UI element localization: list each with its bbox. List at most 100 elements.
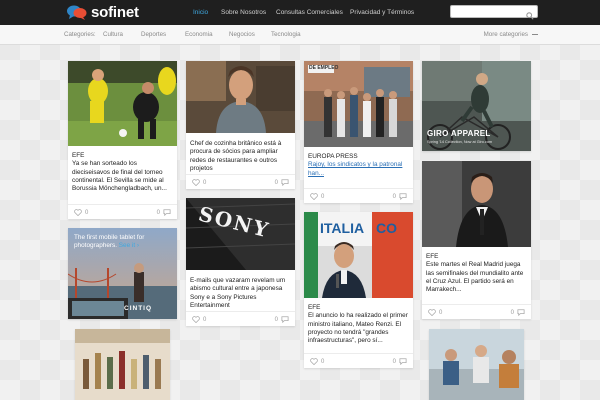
like-count: 0 [439, 309, 443, 316]
comment-count: 0 [274, 316, 278, 323]
news-card-renzi[interactable]: ITALIA CO EFE El anuncio lo ha realizado… [304, 212, 413, 368]
nav-link-consultas[interactable]: Consultas Comerciales [276, 9, 343, 16]
ad-cta-link[interactable]: See it [119, 242, 135, 249]
nav-sobre-nosotros[interactable]: Sobre Nosotros [221, 0, 266, 25]
source-label: EUROPA PRESS [308, 153, 358, 160]
categories-label: Categories: [64, 31, 96, 38]
like-count: 0 [203, 316, 207, 323]
source-label: EFE [72, 152, 85, 159]
source-label: EFE [426, 253, 439, 260]
top-navigation-bar: sofinet Inicio Sobre Nosotros Consultas … [0, 0, 600, 25]
sony-building-photo[interactable]: SONY [186, 198, 295, 270]
category-bar: Categories: Cultura Deportes Economia Ne… [0, 25, 600, 45]
card-meta: 0 0 [304, 188, 413, 203]
nav-privacidad[interactable]: Privacidad y Términos [350, 0, 414, 25]
banner-text-fragment: CO [376, 220, 397, 236]
category-tecnologia[interactable]: Tecnologia [271, 31, 301, 38]
renzi-photo[interactable]: ITALIA CO [304, 212, 413, 298]
comment-button[interactable]: 0 [393, 193, 407, 200]
bottles-photo[interactable] [75, 329, 170, 400]
nav-link-inicio[interactable]: Inicio [193, 9, 208, 16]
brand-logo[interactable]: sofinet [66, 3, 139, 22]
card-meta: 0 0 [422, 304, 531, 319]
heart-icon [74, 209, 82, 216]
ad-caption: GIRO APPAREL [427, 129, 491, 138]
comment-button[interactable]: 0 [157, 209, 171, 216]
minus-icon [532, 34, 538, 35]
like-count: 0 [321, 358, 325, 365]
ad-line-2: photographers. [74, 242, 117, 249]
like-button[interactable]: 0 [192, 316, 206, 323]
like-button[interactable]: 0 [428, 309, 442, 316]
comment-button[interactable]: 0 [275, 316, 289, 323]
nav-consultas-comerciales[interactable]: Consultas Comerciales [276, 0, 343, 25]
comment-count: 0 [392, 193, 396, 200]
classroom-photo[interactable] [429, 329, 524, 400]
nav-link-privacidad[interactable]: Privacidad y Términos [350, 9, 414, 16]
like-button[interactable]: 0 [192, 179, 206, 186]
cyclist-ad-image[interactable]: GIRO APPAREL Spring '14 Collection, Now … [422, 61, 531, 151]
soccer-photo[interactable] [68, 61, 177, 146]
comment-button[interactable]: 0 [275, 179, 289, 186]
heart-icon [192, 316, 200, 323]
chevron-right-icon: › [136, 242, 140, 249]
card-summary: Chef de cozinha britânico está à procura… [190, 140, 282, 172]
comment-count: 0 [274, 179, 278, 186]
card-text: EFE El anuncio lo ha realizado el primer… [308, 304, 409, 345]
category-deportes[interactable]: Deportes [141, 31, 166, 38]
source-label: EFE [308, 304, 321, 311]
comment-count: 0 [156, 209, 160, 216]
category-negocios[interactable]: Negocios [229, 31, 255, 38]
ad-card-giro[interactable]: GIRO APPAREL Spring '14 Collection, Now … [422, 61, 531, 151]
news-card-bottles[interactable] [75, 329, 170, 400]
news-card-sevilla[interactable]: EFE Ya se han sorteado los dieciseisavos… [68, 61, 177, 219]
like-count: 0 [321, 193, 325, 200]
ad-card-cintiq[interactable]: The first mobile tablet for photographer… [68, 228, 177, 319]
nav-inicio[interactable]: Inicio [193, 0, 208, 25]
italia-banner-text: ITALIA [320, 220, 365, 236]
ad-brand: CINTIQ [124, 305, 153, 312]
like-count: 0 [85, 209, 89, 216]
article-link[interactable]: Rajoy, los sindicatos y la patronal han.… [308, 161, 402, 176]
comment-bubble-icon [517, 309, 525, 316]
ad-headline: The first mobile tablet for photographer… [74, 234, 144, 250]
search-icon[interactable] [526, 7, 534, 25]
chef-photo[interactable] [186, 61, 295, 133]
category-economia[interactable]: Economia [185, 31, 213, 38]
card-meta: 0 0 [68, 204, 177, 219]
comment-button[interactable]: 0 [393, 358, 407, 365]
ad-line-1: The first mobile tablet for [74, 234, 145, 241]
employment-sign: DE EMPLEO [309, 65, 339, 71]
comment-bubble-icon [399, 358, 407, 365]
search-input[interactable] [451, 12, 521, 24]
card-meta: 0 0 [304, 353, 413, 368]
like-button[interactable]: 0 [74, 209, 88, 216]
comment-button[interactable]: 0 [511, 309, 525, 316]
category-cultura[interactable]: Cultura [103, 31, 123, 38]
card-meta: 0 0 [186, 311, 295, 326]
card-summary: Este martes el Real Madrid juega las sem… [426, 261, 524, 294]
heart-icon [310, 193, 318, 200]
comment-bubble-icon [281, 316, 289, 323]
card-text: EUROPA PRESS Rajoy, los sindicatos y la … [308, 153, 409, 178]
goalkeeper-photo[interactable] [422, 161, 531, 247]
card-text: EFE Ya se han sorteado los dieciseisavos… [72, 152, 173, 193]
search-box [450, 5, 538, 24]
queue-photo[interactable]: DE EMPLEO [304, 61, 413, 147]
like-button[interactable]: 0 [310, 193, 324, 200]
news-card-classroom[interactable] [429, 329, 524, 400]
news-card-rajoy[interactable]: DE EMPLEO EUROPA PRESS Rajoy, los sindic… [304, 61, 413, 203]
nav-link-sobre-nosotros[interactable]: Sobre Nosotros [221, 9, 266, 16]
comment-bubble-icon [399, 193, 407, 200]
more-categories-button[interactable]: More categories [484, 31, 538, 38]
card-meta: 0 0 [186, 174, 295, 189]
tablet-ad-image[interactable]: The first mobile tablet for photographer… [68, 228, 177, 319]
news-card-real-madrid[interactable]: EFE Este martes el Real Madrid juega las… [422, 161, 531, 319]
like-count: 0 [203, 179, 207, 186]
like-button[interactable]: 0 [310, 358, 324, 365]
news-card-chef[interactable]: Chef de cozinha britânico está à procura… [186, 61, 295, 189]
heart-icon [192, 179, 200, 186]
speech-bubbles-icon [66, 4, 88, 22]
news-card-sony[interactable]: SONY E-mails que vazaram revelam um abis… [186, 198, 295, 326]
more-categories-label: More categories [483, 31, 528, 38]
